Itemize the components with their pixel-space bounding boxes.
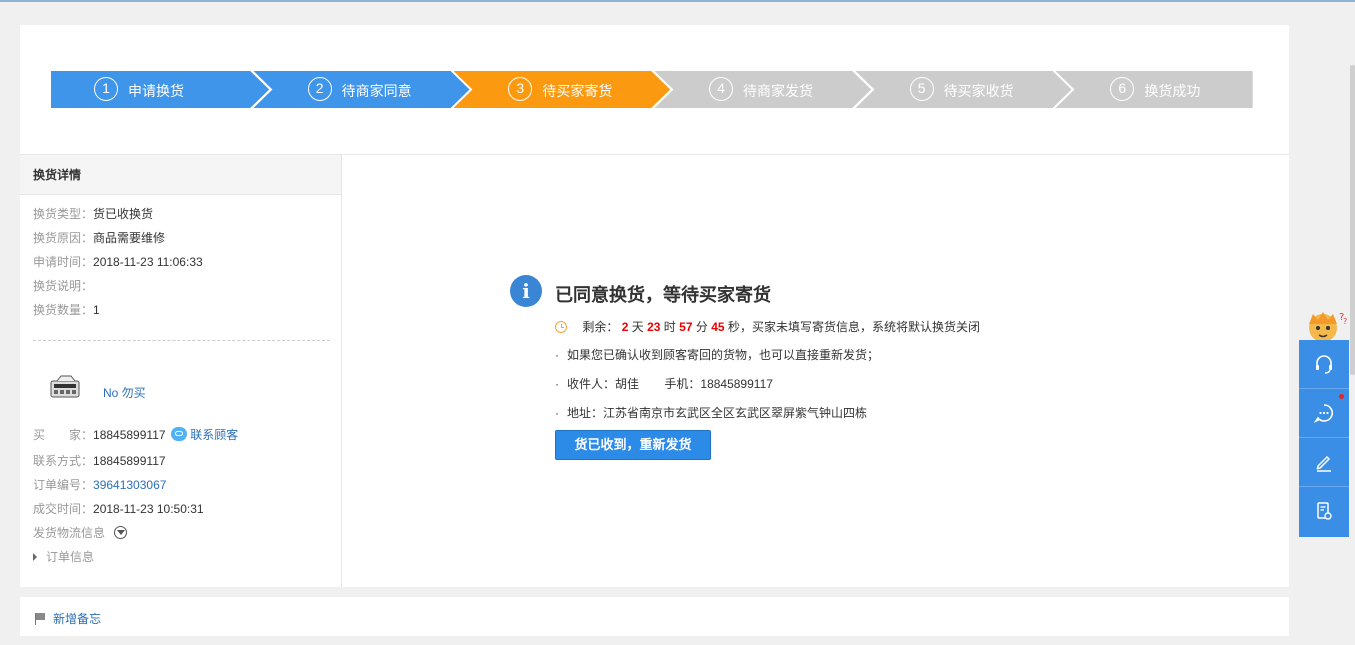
step-label: 待买家收货 — [943, 83, 1014, 99]
receiver-row: · 收件人：胡佳 手机：18845899117 — [555, 377, 773, 391]
customer-service-button[interactable] — [1299, 340, 1349, 389]
logistics-toggle[interactable]: 发货物流信息 — [33, 524, 128, 541]
step-number: 2 — [307, 77, 332, 101]
countdown-minutes: 57 — [679, 320, 693, 334]
progress-panel: 1 申请换货 2 待商家同意 3 待买家寄货 4 待商家发货 5 待买家收货 6 换货成功 — [20, 25, 1289, 155]
deal-time-value: 2018-11-23 10:50:31 — [93, 502, 204, 516]
step-6: 6 换货成功 — [1053, 70, 1274, 109]
exchange-type-row: 换货类型：货已收换货 — [33, 207, 154, 221]
chevron-down-icon — [114, 526, 128, 539]
exchange-qty-value: 1 — [93, 303, 100, 317]
exchange-detail-panel: 换货详情 换货类型：货已收换货 换货原因：商品需要维修 申请时间：2018-11… — [20, 155, 1289, 587]
countdown-row: 剩余： 2 天 23 时 57 分 45 秒，买家未填写寄货信息，系统将默认换货… — [555, 318, 980, 335]
apply-time-value: 2018-11-23 11:06:33 — [93, 255, 203, 269]
edit-icon — [1316, 455, 1331, 472]
add-memo-link[interactable]: 新增备忘 — [35, 610, 101, 627]
contact-value: 18845899117 — [93, 454, 166, 468]
step-1: 1 申请换货 — [50, 70, 273, 109]
page-scrollbar[interactable] — [1350, 65, 1355, 375]
step-label: 申请换货 — [128, 83, 184, 99]
info-icon: i — [510, 275, 542, 307]
buyer-row: 买 家：18845899117 联系顾客 — [33, 427, 239, 442]
step-5: 5 待买家收货 — [852, 70, 1075, 109]
phone-value: 18845899117 — [700, 377, 773, 391]
step-label: 换货成功 — [1144, 83, 1201, 99]
buyer-value: 18845899117 — [93, 428, 166, 442]
cloud-chat-icon — [170, 427, 187, 441]
feedback-button[interactable] — [1299, 438, 1349, 487]
step-label: 待买家寄货 — [542, 83, 613, 99]
step-number: 1 — [94, 77, 118, 101]
product-name-link[interactable]: No 勿买 — [103, 384, 146, 401]
mobile-button[interactable] — [1299, 487, 1349, 536]
headset-icon — [1316, 355, 1332, 374]
notification-dot — [1339, 394, 1344, 399]
countdown-seconds: 45 — [711, 320, 725, 334]
exchange-info-column: 换货详情 换货类型：货已收换货 换货原因：商品需要维修 申请时间：2018-11… — [20, 155, 342, 587]
svg-text:?: ? — [1343, 317, 1347, 326]
step-label: 待商家发货 — [743, 83, 813, 99]
countdown-hours: 23 — [647, 320, 661, 334]
order-number-row: 订单编号：39641303067 — [33, 478, 167, 492]
step-4: 4 待商家发货 — [652, 70, 875, 109]
step-progress-bar: 1 申请换货 2 待商家同意 3 待买家寄货 4 待商家发货 5 待买家收货 6 换货成功 — [50, 70, 1255, 109]
step-3: 3 待买家寄货 — [451, 70, 674, 109]
address-row: · 地址：江苏省南京市玄武区全区玄武区翠屏紫气钟山四栋 — [555, 406, 868, 420]
exchange-detail-heading: 换货详情 — [20, 155, 341, 195]
clock-icon — [555, 321, 567, 333]
product-thumbnail[interactable] — [47, 373, 83, 405]
order-info-toggle[interactable]: 订单信息 — [33, 548, 94, 565]
floating-toolbar — [1299, 340, 1349, 537]
chat-icon — [1314, 404, 1333, 423]
chat-button[interactable] — [1299, 389, 1349, 438]
exchange-reason-value: 商品需要维修 — [93, 231, 166, 245]
contact-row: 联系方式：18845899117 — [33, 454, 166, 468]
exchange-type-value: 货已收换货 — [93, 207, 154, 221]
exchange-desc-row: 换货说明： — [33, 279, 94, 293]
exchange-qty-row: 换货数量：1 — [33, 303, 100, 317]
phone-doc-icon — [1317, 502, 1332, 520]
deal-time-row: 成交时间：2018-11-23 10:50:31 — [33, 502, 204, 516]
top-border-line — [0, 0, 1355, 2]
status-title: 已同意换货，等待买家寄货 — [555, 285, 771, 305]
address-value: 江苏省南京市玄武区全区玄武区翠屏紫气钟山四栋 — [603, 406, 868, 420]
memo-panel: 新增备忘 — [20, 597, 1289, 636]
order-number-link[interactable]: 39641303067 — [93, 478, 166, 492]
caret-right-icon — [33, 553, 37, 561]
step-2: 2 待商家同意 — [250, 70, 473, 109]
flag-icon — [35, 613, 46, 625]
step-label: 待商家同意 — [341, 83, 412, 99]
mascot-icon[interactable]: ? ? — [1301, 308, 1349, 342]
step-number: 4 — [709, 77, 733, 101]
receiver-value: 胡佳 — [615, 377, 640, 391]
received-resend-button[interactable]: 货已收到，重新发货 — [555, 430, 711, 460]
countdown-days: 2 — [621, 320, 629, 334]
resend-note-row: · 如果您已确认收到顾客寄回的货物，也可以直接重新发货； — [555, 348, 880, 362]
contact-customer-link[interactable]: 联系顾客 — [170, 427, 238, 442]
apply-time-row: 申请时间：2018-11-23 11:06:33 — [33, 255, 203, 269]
divider — [33, 340, 330, 341]
step-number: 5 — [909, 77, 934, 101]
exchange-reason-row: 换货原因：商品需要维修 — [33, 231, 166, 245]
